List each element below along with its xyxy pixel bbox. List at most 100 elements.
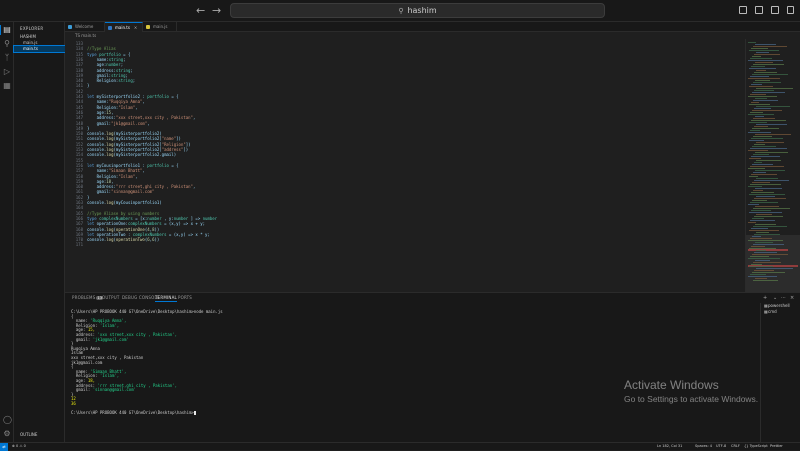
terminal-line: gmail: 'sinnan@gmail.com' (71, 387, 137, 393)
command-center-search[interactable]: ⚲ hashim (230, 3, 605, 18)
minimap-line (749, 158, 761, 159)
settings-gear-icon[interactable]: ⚙ (3, 430, 11, 438)
bottom-panel: PROBLEMS 13 OUTPUT DEBUG CONSOLE TERMINAL… (65, 292, 800, 443)
minimap-line (748, 240, 783, 241)
minimap-line (752, 110, 782, 111)
source-control-icon[interactable]: ᛉ (3, 54, 11, 62)
minimap-line (750, 166, 784, 167)
minimap-line (750, 112, 763, 113)
line-number: 171 (75, 242, 83, 248)
vscode-icon (68, 25, 72, 29)
toggle-secondary-sidebar-icon[interactable] (771, 6, 779, 14)
code-line[interactable]: 171 (65, 242, 745, 247)
minimap-line (750, 58, 772, 59)
tab-ports[interactable]: PORTS (178, 295, 192, 300)
terminal-item-cmd[interactable]: ▦cmd (764, 309, 777, 314)
minimap-line (753, 82, 781, 83)
minimap-line (749, 68, 776, 69)
arrow-right-icon[interactable]: → (212, 4, 221, 17)
customize-layout-icon[interactable] (787, 6, 794, 14)
minimap-line (752, 236, 761, 237)
files-icon[interactable]: ▤ (3, 26, 11, 34)
minimap-line (751, 156, 780, 157)
minimap-line (753, 190, 763, 191)
tab-terminal[interactable]: TERMINAL (155, 295, 177, 302)
minimap-line (755, 98, 767, 99)
run-debug-icon[interactable]: ▷ (3, 68, 11, 76)
arrow-left-icon[interactable]: ← (196, 4, 205, 17)
minimap-line (753, 208, 790, 209)
minimap-line (752, 56, 761, 57)
minimap-line (752, 218, 764, 219)
minimap-line (751, 192, 774, 193)
toggle-panel-icon[interactable] (755, 6, 763, 14)
close-icon[interactable]: × (134, 25, 137, 30)
typescript-icon (108, 26, 112, 30)
minimap-line (750, 148, 787, 149)
minimap-line (755, 224, 776, 225)
status-line-ending[interactable]: CRLF (731, 443, 740, 450)
minimap-line (751, 210, 771, 211)
outline-section[interactable]: OUTLINE (20, 432, 37, 437)
minimap-line (750, 220, 775, 221)
minimap-line (749, 140, 764, 141)
status-prettier[interactable]: Prettier (770, 443, 783, 450)
file-main-ts[interactable]: main.ts (13, 45, 66, 53)
minimap-line (750, 130, 760, 131)
minimap-line (748, 258, 780, 259)
minimap-line (752, 254, 788, 255)
breadcrumb[interactable]: TS main.ts (65, 32, 800, 39)
activity-bar: ▤ ⚲ ᛉ ▷ ▦ ◯ ⚙ (0, 22, 14, 442)
minimap-line (756, 160, 781, 161)
minimap-line (755, 170, 785, 171)
minimap-line (750, 76, 769, 77)
terminal-line: C:\Users\HP PROBOOK 440 G7\OneDrive\Desk… (71, 410, 196, 416)
minimap-line (756, 178, 778, 179)
terminal-item-powershell[interactable]: ▦powershell (764, 303, 790, 308)
status-encoding[interactable]: UTF-8 (716, 443, 726, 450)
status-cursor-position[interactable]: Ln 182, Col 31 (657, 443, 682, 450)
minimap-line (753, 64, 784, 65)
minimap-line (751, 228, 768, 229)
chevron-down-icon[interactable]: ⌄ (773, 295, 777, 301)
tab-debug-console[interactable]: DEBUG CONSOLE (122, 295, 160, 300)
minimap-line (754, 270, 774, 271)
minimap-line (749, 266, 773, 267)
tab-main-js[interactable]: main.js (143, 22, 177, 32)
code-editor[interactable]: 133 134//Type Alias 135 type portfolio = {1… (65, 39, 745, 292)
minimap-line (756, 232, 769, 233)
minimap-line (755, 206, 779, 207)
minimap-line (748, 222, 756, 223)
problems-status[interactable]: ⊗ 0 ⚠ 0 (12, 443, 26, 450)
tab-output[interactable]: OUTPUT (102, 295, 120, 300)
explorer-sidebar: EXPLORER HASHIM main.js main.ts OUTLINE (13, 22, 66, 442)
minimap-line (750, 274, 766, 275)
minimap-line (756, 106, 790, 107)
close-icon[interactable]: × (790, 295, 794, 301)
minimap[interactable] (745, 39, 800, 317)
account-icon[interactable]: ◯ (3, 416, 12, 424)
minimap-line (749, 212, 782, 213)
tab-label: Welcome (75, 24, 94, 29)
minimap-line (754, 90, 774, 91)
minimap-line (755, 44, 776, 45)
tab-problems[interactable]: PROBLEMS 13 (72, 295, 104, 300)
status-indentation[interactable]: Spaces: 4 (695, 443, 712, 450)
terminal-output[interactable]: C:\Users\HP PROBOOK 440 G7\OneDrive\Desk… (71, 309, 761, 442)
new-terminal-icon[interactable]: + (763, 295, 767, 301)
tab-main-ts[interactable]: main.ts × (105, 22, 143, 32)
tab-welcome[interactable]: Welcome (65, 22, 105, 32)
minimap-line (753, 100, 778, 101)
toggle-sidebar-icon[interactable] (739, 6, 747, 14)
terminal-cursor (193, 411, 196, 416)
minimap-line (748, 186, 762, 187)
extensions-icon[interactable]: ▦ (3, 82, 11, 90)
more-actions-icon[interactable]: ⋯ (781, 295, 786, 301)
minimap-line (756, 124, 787, 125)
status-language-mode[interactable]: {} TypeScript (744, 443, 768, 450)
minimap-line (753, 46, 787, 47)
terminal-list: ▦powershell ▦cmd (760, 303, 800, 443)
minimap-line (749, 176, 758, 177)
search-icon[interactable]: ⚲ (3, 40, 11, 48)
minimap-error-marker (748, 249, 788, 251)
